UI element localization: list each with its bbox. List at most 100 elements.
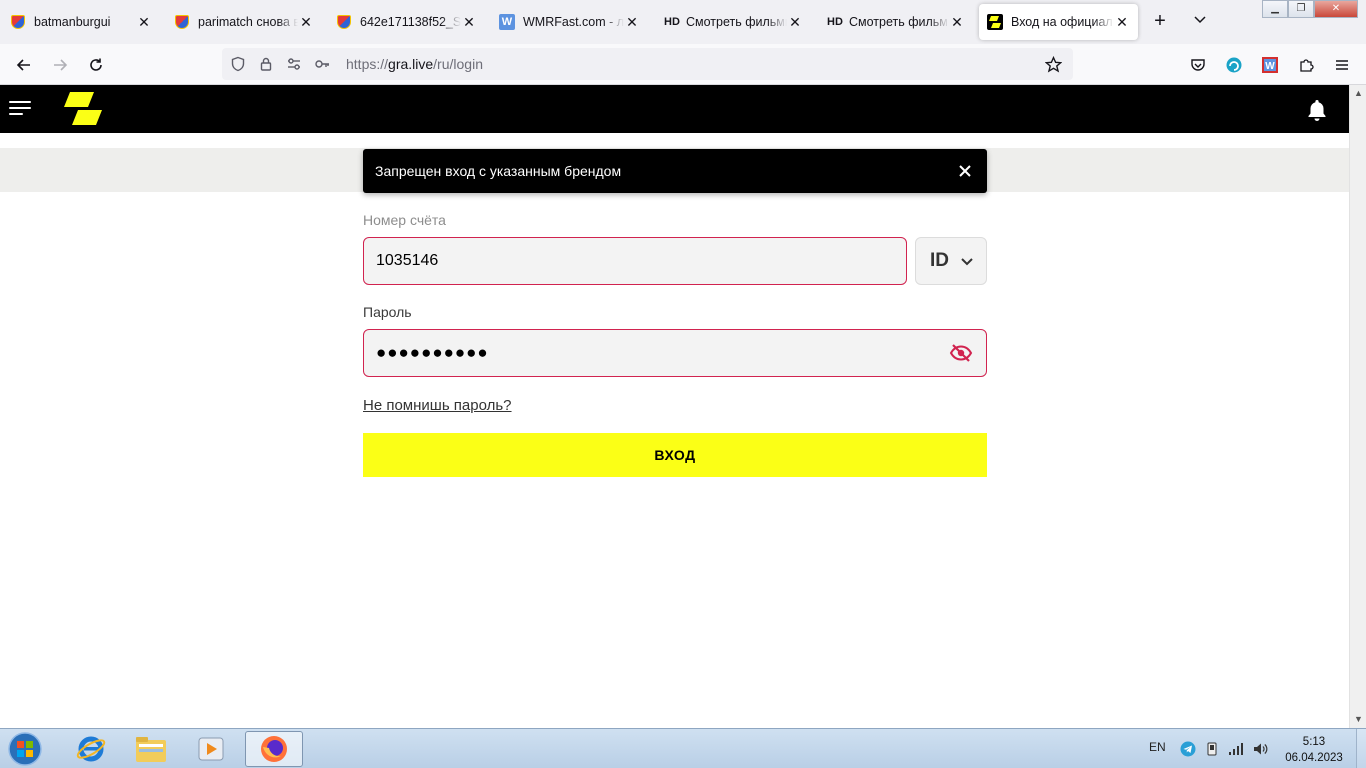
close-tab-icon[interactable]: ✕ [949, 14, 965, 31]
close-tab-icon[interactable]: ✕ [136, 14, 152, 31]
password-input[interactable]: ●●●●●●●●●● [363, 329, 987, 377]
clock-time: 5:13 [1302, 736, 1326, 748]
show-desktop-button[interactable] [1356, 729, 1366, 768]
taskbar-explorer[interactable] [122, 731, 180, 767]
tab-title: Вход на официальный сайт [1011, 15, 1114, 29]
close-tab-icon[interactable]: ✕ [1114, 14, 1130, 31]
volume-icon[interactable] [1252, 741, 1268, 757]
browser-tab[interactable]: HD Смотреть фильм В хорошем ✕ [817, 4, 973, 40]
w-extension-icon: W [1262, 57, 1278, 73]
firefox-icon [261, 736, 287, 762]
telegram-tray-icon[interactable] [1180, 741, 1196, 757]
pocket-button[interactable] [1184, 52, 1212, 78]
hd-favicon-icon: HD [664, 16, 680, 28]
device-tray-icon[interactable] [1204, 741, 1220, 757]
close-tab-icon[interactable]: ✕ [624, 14, 640, 31]
site-menu-icon[interactable] [9, 99, 33, 119]
arrow-left-icon [16, 59, 30, 71]
login-button[interactable]: ВХОД [363, 433, 987, 477]
close-tab-icon[interactable]: ✕ [461, 14, 477, 31]
tab-title: batmanburgui [34, 15, 111, 29]
taskbar-firefox[interactable] [245, 731, 303, 767]
site-logo[interactable] [62, 91, 104, 127]
extension-button[interactable] [1220, 52, 1248, 78]
restore-window-button[interactable]: ❐ [1288, 0, 1314, 18]
bookmark-star-icon[interactable] [1039, 50, 1067, 78]
address-bar[interactable]: https://gra.live/ru/login [222, 48, 1073, 80]
browser-tab[interactable]: W WMRFast.com - лучшие ✕ [491, 4, 648, 40]
shield-favicon-icon [10, 14, 26, 30]
tab-title: Смотреть фильмы онлайн [686, 15, 787, 29]
svg-text:W: W [1265, 61, 1275, 72]
start-button[interactable] [6, 731, 44, 767]
chevron-down-icon [1194, 16, 1206, 24]
browser-tab[interactable]: HD Смотреть фильмы онлайн ✕ [654, 4, 811, 40]
shield-favicon-icon [336, 14, 352, 30]
app-menu-button[interactable] [1328, 52, 1356, 78]
reload-button[interactable] [82, 52, 110, 78]
browser-tab-active[interactable]: Вход на официальный сайт ✕ [979, 4, 1138, 40]
close-tab-icon[interactable]: ✕ [787, 14, 803, 31]
extensions-button[interactable] [1292, 52, 1320, 78]
clock-date: 06.04.2023 [1285, 752, 1343, 764]
reload-icon [90, 58, 102, 71]
media-player-icon [198, 737, 224, 761]
scroll-down-arrow-icon[interactable]: ▼ [1350, 711, 1366, 728]
internet-explorer-icon [76, 736, 106, 762]
new-tab-button[interactable]: + [1148, 10, 1172, 34]
account-number-input[interactable]: 1035146 [363, 237, 907, 285]
tab-title: WMRFast.com - лучшие [523, 15, 624, 29]
site-header [0, 85, 1349, 133]
system-clock[interactable]: 5:13 06.04.2023 [1282, 734, 1346, 766]
tracking-protection-shield-icon[interactable] [224, 50, 252, 78]
language-indicator[interactable]: EN [1149, 740, 1166, 754]
site-logo-favicon-icon [987, 14, 1003, 30]
scroll-up-arrow-icon[interactable]: ▲ [1350, 85, 1366, 102]
chevron-down-icon [959, 253, 975, 269]
toast-message: Запрещен вход с указанным брендом [375, 163, 622, 179]
folder-icon [136, 737, 166, 762]
wmr-extension-button[interactable]: W [1256, 52, 1284, 78]
close-tab-icon[interactable]: ✕ [298, 14, 314, 31]
bell-icon[interactable] [1304, 97, 1330, 123]
login-type-value: ID [930, 250, 949, 271]
puzzle-icon [1300, 59, 1314, 72]
key-icon[interactable] [308, 50, 336, 78]
login-type-select[interactable]: ID [915, 237, 987, 285]
hamburger-menu-icon [1336, 60, 1348, 70]
w-favicon-icon: W [499, 14, 515, 30]
extension-swirl-icon [1226, 57, 1242, 73]
error-toast: Запрещен вход с указанным брендом [363, 149, 987, 193]
browser-nav-bar: https://gra.live/ru/login W [0, 44, 1366, 85]
lock-icon[interactable] [252, 50, 280, 78]
hide-password-eye-icon[interactable] [948, 342, 974, 364]
taskbar-internet-explorer[interactable] [62, 731, 120, 767]
hd-favicon-icon: HD [827, 16, 843, 28]
browser-tab[interactable]: batmanburgui ✕ [2, 4, 160, 40]
close-window-button[interactable]: ✕ [1314, 0, 1358, 18]
browser-tab[interactable]: parimatch снова в деле ✕ [166, 4, 322, 40]
back-button[interactable] [10, 52, 38, 78]
close-toast-icon[interactable] [955, 161, 975, 181]
list-all-tabs-button[interactable] [1188, 12, 1212, 32]
tab-title: 642e171138f52_Screenshot [360, 15, 461, 29]
arrow-right-icon [54, 59, 68, 71]
taskbar-media-player[interactable] [182, 731, 240, 767]
minimize-window-button[interactable]: ▁ [1262, 0, 1288, 18]
os-taskbar: EN 5:13 06.04.2023 [0, 728, 1366, 768]
pocket-icon [1191, 59, 1205, 71]
account-number-value: 1035146 [376, 252, 439, 269]
browser-tab-strip: batmanburgui ✕ parimatch снова в деле ✕ … [0, 0, 1366, 44]
password-masked-value: ●●●●●●●●●● [376, 343, 489, 362]
password-label: Пароль [363, 304, 412, 320]
account-number-label: Номер счёта [363, 212, 446, 228]
permissions-icon[interactable] [280, 50, 308, 78]
url-text[interactable]: https://gra.live/ru/login [346, 56, 483, 72]
forward-button[interactable] [46, 52, 74, 78]
tab-title: parimatch снова в деле [198, 15, 298, 29]
forgot-password-link[interactable]: Не помнишь пароль? [363, 397, 512, 414]
page-scrollbar[interactable]: ▲ ▼ [1349, 85, 1366, 728]
browser-tab[interactable]: 642e171138f52_Screenshot ✕ [328, 4, 485, 40]
shield-favicon-icon [174, 14, 190, 30]
network-signal-icon[interactable] [1228, 741, 1244, 757]
